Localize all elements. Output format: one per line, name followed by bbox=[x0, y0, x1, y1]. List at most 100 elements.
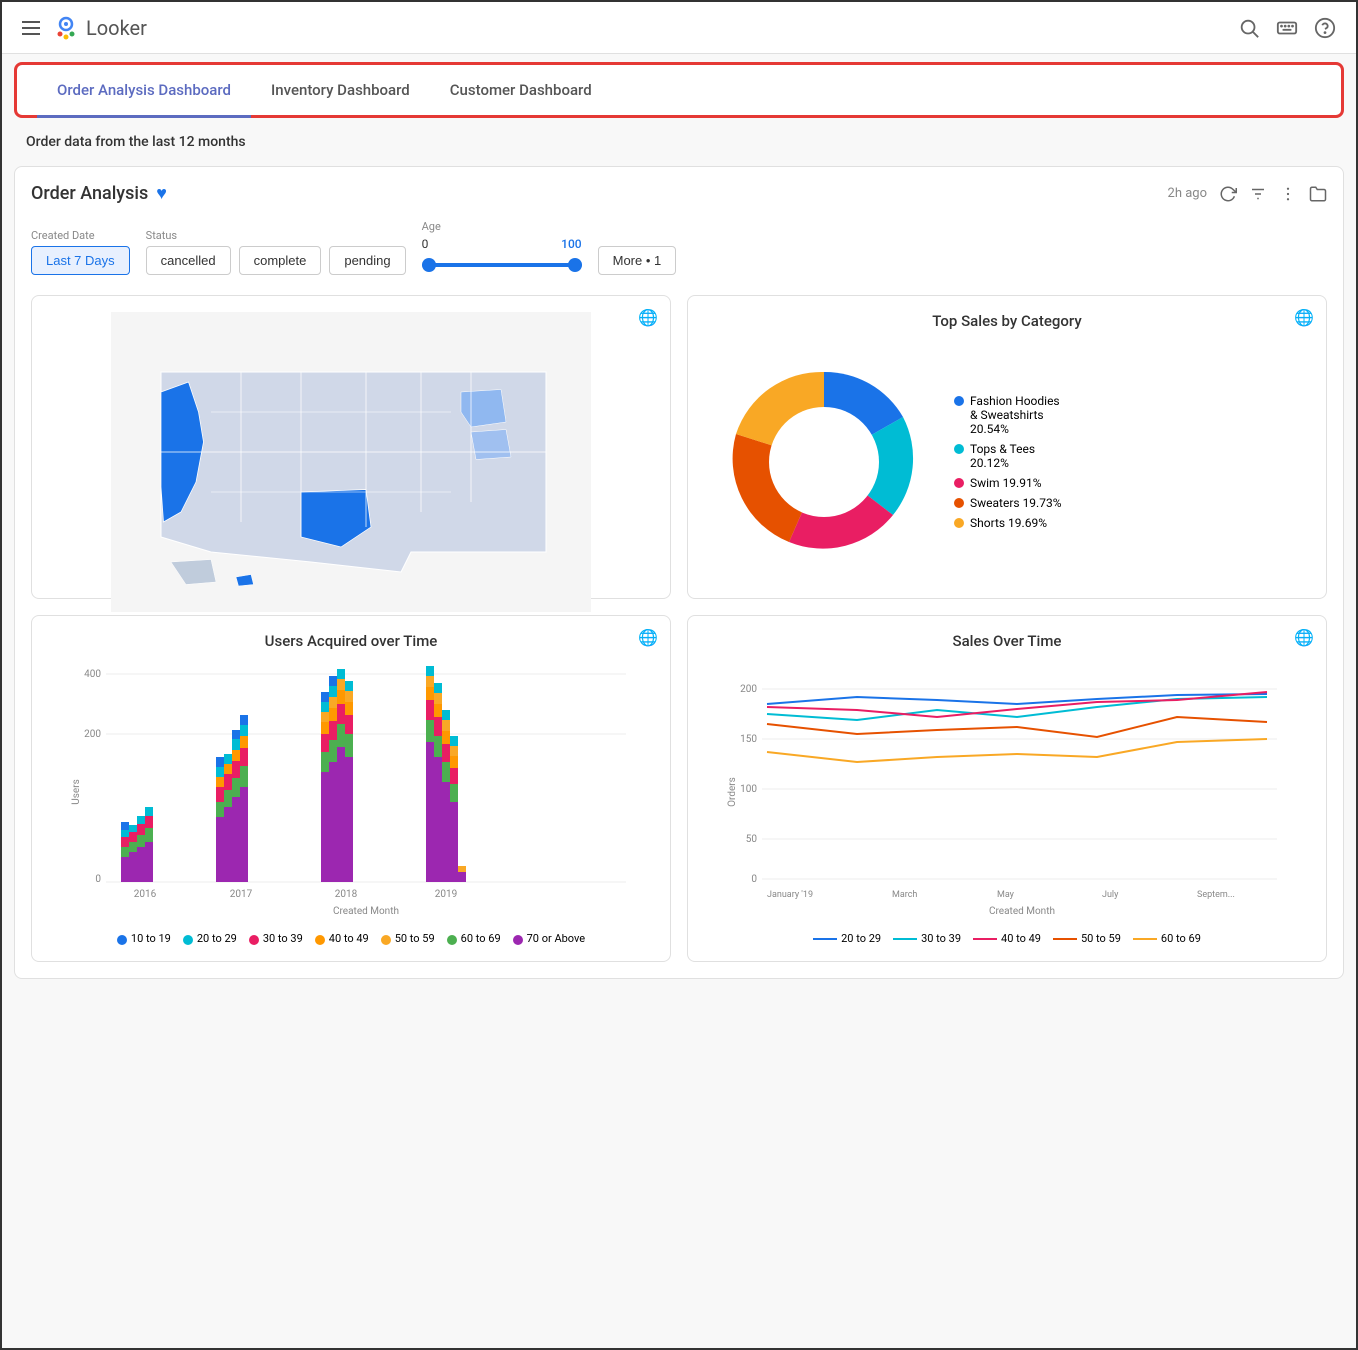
legend-dot-sweaters bbox=[954, 498, 964, 508]
svg-text:200: 200 bbox=[84, 729, 101, 740]
bar-group-2018 bbox=[321, 669, 353, 882]
favorite-icon[interactable]: ♥ bbox=[156, 183, 167, 204]
date-filter-button[interactable]: Last 7 Days bbox=[31, 246, 130, 275]
legend-dot-40-49 bbox=[315, 935, 325, 945]
svg-text:50: 50 bbox=[746, 834, 758, 845]
more-filters-button[interactable]: More • 1 bbox=[598, 246, 677, 275]
status-complete[interactable]: complete bbox=[239, 246, 322, 275]
line-chart-svg: 200 150 100 50 0 Orders bbox=[704, 662, 1310, 922]
legend-dot-60-69 bbox=[447, 935, 457, 945]
svg-text:0: 0 bbox=[95, 874, 101, 885]
donut-legend: Fashion Hoodies& Sweatshirts20.54% Tops … bbox=[954, 394, 1062, 530]
legend-line-20-29 bbox=[813, 938, 837, 940]
date-filter-label: Created Date bbox=[31, 229, 130, 242]
sales-over-time-globe-icon[interactable]: 🌐 bbox=[1294, 628, 1314, 647]
search-icon[interactable] bbox=[1238, 17, 1260, 39]
us-map-svg bbox=[101, 312, 601, 612]
folder-icon[interactable] bbox=[1309, 185, 1327, 203]
svg-text:2017: 2017 bbox=[230, 889, 253, 900]
svg-text:January '19: January '19 bbox=[767, 890, 813, 900]
legend-item-shorts: Shorts 19.69% bbox=[954, 516, 1062, 530]
section-actions: 2h ago bbox=[1168, 185, 1327, 203]
legend-dot-fashion bbox=[954, 396, 964, 406]
svg-text:150: 150 bbox=[740, 734, 757, 745]
help-icon[interactable] bbox=[1314, 17, 1336, 39]
status-cancelled[interactable]: cancelled bbox=[146, 246, 231, 275]
legend-label-shorts: Shorts 19.69% bbox=[970, 516, 1047, 530]
legend-50-59: 50 to 59 bbox=[381, 932, 435, 945]
legend-dot-shorts bbox=[954, 518, 964, 528]
legend-60-69: 60 to 69 bbox=[447, 932, 501, 945]
header-left: Looker bbox=[22, 14, 147, 42]
users-acquired-globe-icon[interactable]: 🌐 bbox=[638, 628, 658, 647]
legend-label-sweaters: Sweaters 19.73% bbox=[970, 496, 1062, 510]
legend-line-30-39 bbox=[893, 938, 917, 940]
top-sales-globe-icon[interactable]: 🌐 bbox=[1294, 308, 1314, 327]
legend-20-29: 20 to 29 bbox=[183, 932, 237, 945]
svg-text:Created Month: Created Month bbox=[333, 906, 399, 917]
more-vert-icon[interactable] bbox=[1279, 185, 1297, 203]
svg-text:May: May bbox=[997, 890, 1015, 900]
status-pending[interactable]: pending bbox=[329, 246, 405, 275]
age-range-slider[interactable] bbox=[422, 255, 582, 275]
bar-group-2017 bbox=[216, 715, 248, 882]
legend-dot-tops bbox=[954, 444, 964, 454]
svg-text:2019: 2019 bbox=[435, 889, 457, 900]
svg-text:400: 400 bbox=[84, 669, 101, 680]
svg-text:March: March bbox=[892, 890, 917, 900]
legend-line-50-59 bbox=[1053, 938, 1077, 940]
legend-label-10-19: 10 to 19 bbox=[131, 932, 171, 945]
svg-text:July: July bbox=[1102, 890, 1119, 900]
legend-30-39: 30 to 39 bbox=[249, 932, 303, 945]
svg-text:200: 200 bbox=[740, 684, 757, 695]
sales-over-time-title: Sales Over Time bbox=[704, 632, 1310, 650]
line-legend-40-49: 40 to 49 bbox=[973, 932, 1041, 945]
looker-logo-icon bbox=[52, 14, 80, 42]
donut-container: Fashion Hoodies& Sweatshirts20.54% Tops … bbox=[704, 342, 1310, 582]
legend-label-swim: Swim 19.91% bbox=[970, 476, 1042, 490]
logo-text: Looker bbox=[86, 16, 147, 40]
logo: Looker bbox=[52, 14, 147, 42]
svg-text:Septem...: Septem... bbox=[1197, 890, 1235, 900]
top-sales-card: Top Sales by Category 🌐 bbox=[687, 295, 1327, 599]
top-sales-title: Top Sales by Category bbox=[704, 312, 1310, 330]
users-by-state-map bbox=[48, 342, 654, 582]
tab-customer[interactable]: Customer Dashboard bbox=[430, 65, 612, 118]
legend-label-60-69: 60 to 69 bbox=[461, 932, 501, 945]
age-filter-label: Age bbox=[422, 220, 582, 233]
line-legend-20-29: 20 to 29 bbox=[813, 932, 881, 945]
svg-text:Created Month: Created Month bbox=[989, 906, 1055, 917]
bar-chart-svg: 400 200 0 Users bbox=[48, 662, 654, 922]
filter-icon[interactable] bbox=[1249, 185, 1267, 203]
range-thumb-left[interactable] bbox=[422, 258, 436, 272]
svg-text:2016: 2016 bbox=[134, 889, 157, 900]
header-right bbox=[1238, 17, 1336, 39]
legend-item-swim: Swim 19.91% bbox=[954, 476, 1062, 490]
legend-dot-30-39 bbox=[249, 935, 259, 945]
legend-item-sweaters: Sweaters 19.73% bbox=[954, 496, 1062, 510]
legend-label-40-49: 40 to 49 bbox=[329, 932, 369, 945]
users-by-state-globe-icon[interactable]: 🌐 bbox=[638, 308, 658, 327]
line-legend-label-60-69: 60 to 69 bbox=[1161, 932, 1201, 945]
keyboard-icon[interactable] bbox=[1276, 17, 1298, 39]
donut-chart-svg bbox=[714, 352, 934, 572]
legend-item-tops: Tops & Tees20.12% bbox=[954, 442, 1062, 470]
bar-group-2019 bbox=[426, 666, 466, 882]
legend-dot-70-above bbox=[513, 935, 523, 945]
line-legend-60-69: 60 to 69 bbox=[1133, 932, 1201, 945]
refresh-icon[interactable] bbox=[1219, 185, 1237, 203]
line-legend-30-39: 30 to 39 bbox=[893, 932, 961, 945]
section-title-group: Order Analysis ♥ bbox=[31, 183, 167, 204]
section-header: Order Analysis ♥ 2h ago bbox=[31, 183, 1327, 204]
hamburger-menu[interactable] bbox=[22, 21, 40, 35]
line-chart-area: 200 150 100 50 0 Orders bbox=[704, 662, 1310, 922]
bar-chart-area: 400 200 0 Users bbox=[48, 662, 654, 922]
page-subtitle: Order data from the last 12 months bbox=[2, 126, 1356, 158]
svg-text:100: 100 bbox=[740, 784, 757, 795]
status-buttons: cancelled complete pending bbox=[146, 246, 406, 275]
legend-dot-10-19 bbox=[117, 935, 127, 945]
tab-inventory[interactable]: Inventory Dashboard bbox=[251, 65, 430, 118]
range-thumb-right[interactable] bbox=[568, 258, 582, 272]
tab-order-analysis[interactable]: Order Analysis Dashboard bbox=[37, 65, 251, 118]
age-max: 100 bbox=[561, 237, 581, 251]
